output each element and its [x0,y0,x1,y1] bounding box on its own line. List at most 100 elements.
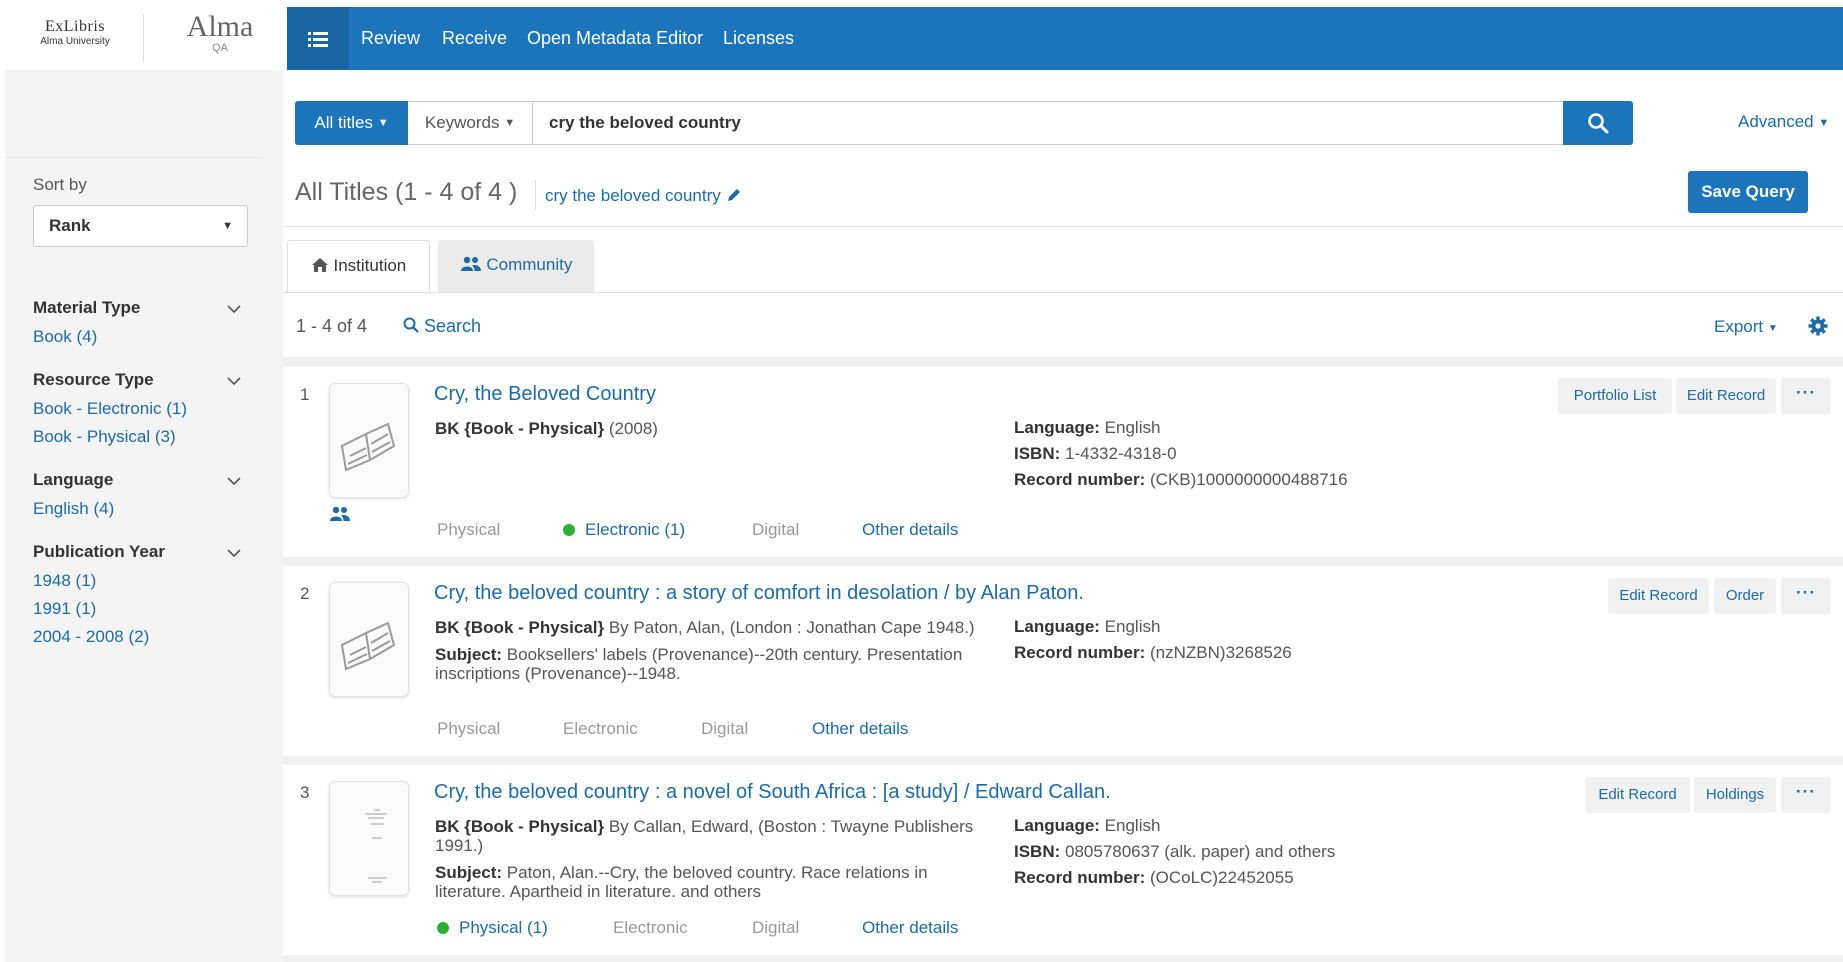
sort-by-select[interactable]: Rank ▼ [33,205,248,247]
language-label: Language: [1014,617,1100,636]
availability-physical-label: Physical (1) [459,918,548,937]
record-number-label: Record number: [1014,470,1146,489]
save-query-button[interactable]: Save Query [1688,171,1808,213]
material-type: BK {Book - Physical} [435,618,605,637]
edit-record-button[interactable]: Edit Record [1585,777,1690,813]
facet-item-book-electronic[interactable]: Book - Electronic (1) [33,399,187,419]
available-dot [437,921,449,934]
caret-down-icon: ▼ [504,117,516,129]
record-number-value: (CKB)1000000000488716 [1145,470,1348,489]
tab-institution-label: Institution [333,256,407,275]
result-title-link[interactable]: Cry, the beloved country : a story of co… [434,582,1084,605]
material-type: BK {Book - Physical} [435,817,605,836]
availability-electronic[interactable]: Electronic (1) [563,520,685,540]
tab-institution[interactable]: Institution [287,240,430,293]
search-button[interactable] [1563,101,1633,145]
availability-electronic-label: Electronic (1) [585,520,686,539]
other-details-link[interactable]: Other details [862,918,958,938]
more-actions-button[interactable]: ··· [1781,378,1831,414]
facet-item-1991[interactable]: 1991 (1) [33,599,96,619]
availability-digital: Digital [701,719,749,738]
availability-digital: Digital [752,520,800,539]
subject-label: Subject: [435,863,503,882]
subject-value: Booksellers' labels (Provenance)--20th c… [435,645,963,683]
facet-item-english[interactable]: English (4) [33,499,114,519]
other-details-link[interactable]: Other details [862,520,958,540]
other-details-link[interactable]: Other details [812,719,908,739]
alma-logo: Alma QA [175,12,265,55]
caret-down-icon: ▼ [1767,323,1778,334]
tab-community[interactable]: Community [438,240,594,292]
search-icon [403,317,419,333]
logo-divider [143,14,144,62]
facet-item-book-physical[interactable]: Book - Physical (3) [33,427,176,447]
edit-query-link[interactable]: cry the beloved country [545,186,742,206]
availability-physical[interactable]: Physical (1) [437,918,548,938]
main-menu-button[interactable] [287,7,349,70]
availability-electronic: Electronic [613,918,688,937]
exlibris-logo: ExLibris Alma University [30,18,120,58]
facet-item-book[interactable]: Book (4) [33,327,97,347]
caret-down-icon: ▼ [1818,117,1830,129]
facet-title-resource-type[interactable]: Resource Type [33,370,154,390]
holdings-button[interactable]: Holdings [1694,777,1776,813]
result-title-link[interactable]: Cry, the beloved country : a novel of So… [434,781,1111,804]
facet-title-publication-year[interactable]: Publication Year [33,542,165,562]
facet-title-language[interactable]: Language [33,470,113,490]
pencil-icon [727,189,740,201]
sort-by-value: Rank [49,216,91,235]
search-within-link[interactable]: Search [403,316,481,337]
language-value: English [1099,418,1161,437]
result-details: Language: English ISBN: 0805780637 (alk.… [1014,813,1335,891]
facet-item-2004-2008[interactable]: 2004 - 2008 (2) [33,627,149,647]
export-label: Export [1714,317,1764,336]
menu-list-icon [308,31,328,47]
gear-icon[interactable] [1808,316,1828,336]
search-scope-dropdown[interactable]: All titles ▼ [295,101,408,145]
material-type: BK {Book - Physical} [435,419,605,438]
result-meta: BK {Book - Physical} By Callan, Edward, … [435,817,990,901]
result-title-link[interactable]: Cry, the Beloved Country [434,383,656,406]
users-icon[interactable] [329,506,351,522]
home-icon [311,258,328,272]
facet-item-1948[interactable]: 1948 (1) [33,571,96,591]
facet-title-material-type[interactable]: Material Type [33,298,140,318]
subject-value: Paton, Alan.--Cry, the beloved country. … [435,863,928,901]
search-input[interactable] [535,103,1560,143]
chevron-down-icon[interactable] [227,302,241,316]
environment-label: QA [212,42,228,54]
sort-by-label: Sort by [33,175,87,194]
chevron-down-icon[interactable] [227,546,241,560]
more-actions-button[interactable]: ··· [1781,578,1831,614]
book-thumbnail[interactable] [329,582,409,697]
order-button[interactable]: Order [1714,578,1776,614]
publication-info: (2008) [604,419,658,438]
more-actions-button[interactable]: ··· [1781,777,1831,813]
book-cover-thumbnail[interactable] [329,781,409,896]
nav-receive[interactable]: Receive [442,7,507,70]
edit-record-button[interactable]: Edit Record [1608,578,1709,614]
edit-record-button[interactable]: Edit Record [1676,378,1776,414]
search-field-dropdown[interactable]: Keywords ▼ [408,101,533,145]
record-number-value: (nzNZBN)3268526 [1145,643,1292,662]
nav-open-metadata-editor[interactable]: Open Metadata Editor [527,7,703,70]
record-number-label: Record number: [1014,643,1146,662]
advanced-search-link[interactable]: Advanced ▼ [1738,112,1829,132]
subject-label: Subject: [435,645,503,664]
export-dropdown[interactable]: Export ▼ [1714,317,1778,337]
query-link-text: cry the beloved country [545,186,721,205]
chevron-down-icon[interactable] [227,474,241,488]
result-number: 2 [300,584,310,603]
book-thumbnail[interactable] [329,383,409,498]
portfolio-list-button[interactable]: Portfolio List [1558,378,1672,414]
nav-review[interactable]: Review [361,7,420,70]
publication-info: By Paton, Alan, (London : Jonathan Cape … [604,618,975,637]
isbn-value: 1-4332-4318-0 [1060,444,1177,463]
tabs-divider [283,292,1843,293]
users-icon [460,256,481,271]
advanced-label: Advanced [1738,112,1814,131]
nav-licenses[interactable]: Licenses [723,7,794,70]
search-scope-label: All titles [314,113,373,132]
record-number-value: (OCoLC)22452055 [1145,868,1294,887]
chevron-down-icon[interactable] [227,374,241,388]
